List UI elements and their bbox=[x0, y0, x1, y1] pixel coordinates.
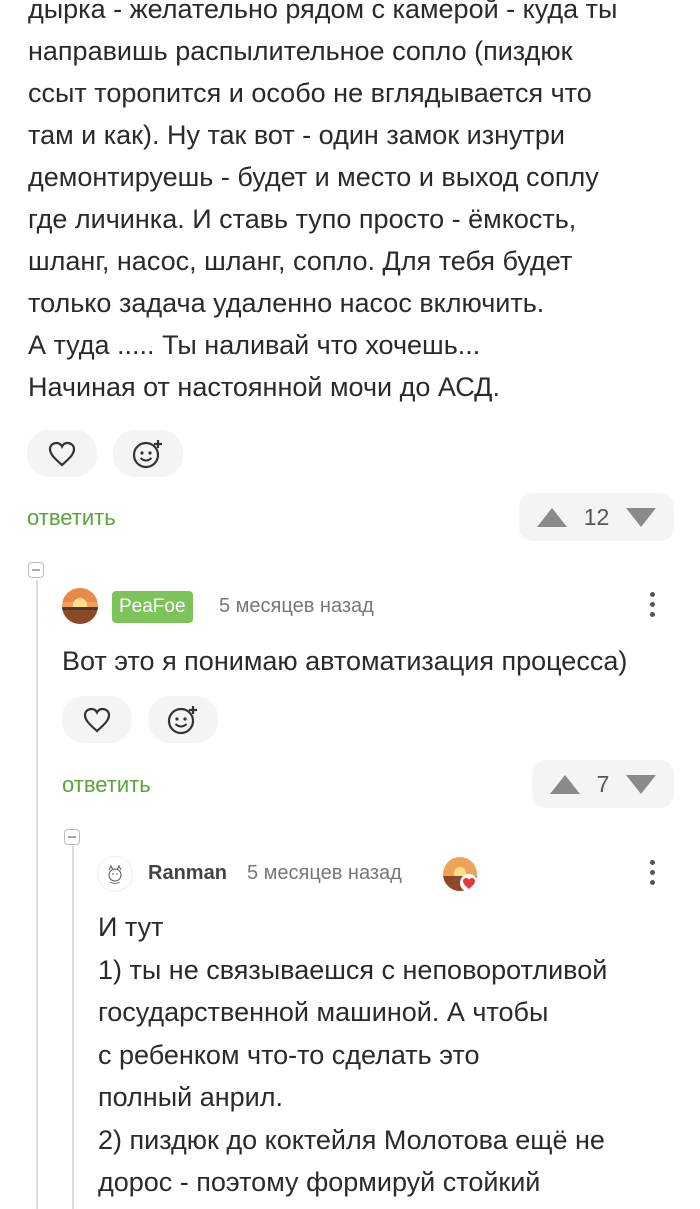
cat-sketch-avatar-icon bbox=[108, 864, 122, 884]
downvote-button[interactable] bbox=[626, 507, 656, 527]
reply-link[interactable]: ответить bbox=[27, 505, 116, 531]
like-button[interactable] bbox=[27, 430, 97, 477]
upvote-button[interactable] bbox=[537, 507, 567, 527]
sunset-avatar-icon bbox=[62, 588, 98, 624]
author-name[interactable]: Ranman bbox=[148, 862, 227, 885]
add-reaction-button[interactable] bbox=[148, 696, 218, 743]
rating-count: 7 bbox=[596, 770, 610, 797]
heart-icon bbox=[48, 441, 76, 466]
upvote-button[interactable] bbox=[550, 774, 580, 794]
downvote-button[interactable] bbox=[625, 774, 656, 794]
comment-text: дырка - желательно рядом с камерой - куд… bbox=[28, 0, 618, 402]
heart-badge-icon bbox=[460, 874, 478, 892]
vote-widget: 7 bbox=[532, 760, 674, 808]
avatar[interactable] bbox=[97, 856, 133, 892]
smile-plus-icon bbox=[132, 439, 162, 468]
dot-icon bbox=[649, 860, 655, 865]
dot-icon bbox=[649, 870, 655, 875]
dot-icon bbox=[649, 880, 655, 885]
more-options-button[interactable] bbox=[646, 592, 658, 617]
rating-count: 12 bbox=[583, 503, 610, 530]
collapse-thread-button[interactable] bbox=[64, 829, 80, 845]
collapse-thread-button[interactable] bbox=[28, 562, 44, 578]
thread-line bbox=[36, 580, 38, 1209]
smile-plus-icon bbox=[167, 705, 197, 734]
add-reaction-button[interactable] bbox=[113, 430, 183, 477]
dot-icon bbox=[649, 612, 655, 617]
thread-line bbox=[72, 846, 74, 1209]
comment-time: 5 месяцев назад bbox=[247, 862, 402, 884]
dot-icon bbox=[649, 592, 655, 597]
avatar[interactable] bbox=[62, 588, 98, 624]
vote-widget: 12 bbox=[519, 493, 674, 541]
more-options-button[interactable] bbox=[646, 860, 658, 885]
reply-link[interactable]: ответить bbox=[62, 772, 151, 798]
comment-text: И тут 1) ты не связываешся с неповоротли… bbox=[98, 912, 608, 1197]
author-name[interactable]: PeaFoe bbox=[112, 591, 193, 623]
comment-text: Вот это я понимаю автоматизация процесса… bbox=[62, 646, 628, 676]
dot-icon bbox=[649, 602, 655, 607]
like-button[interactable] bbox=[62, 696, 132, 743]
comment-time: 5 месяцев назад bbox=[219, 595, 374, 617]
heart-icon bbox=[83, 707, 111, 732]
